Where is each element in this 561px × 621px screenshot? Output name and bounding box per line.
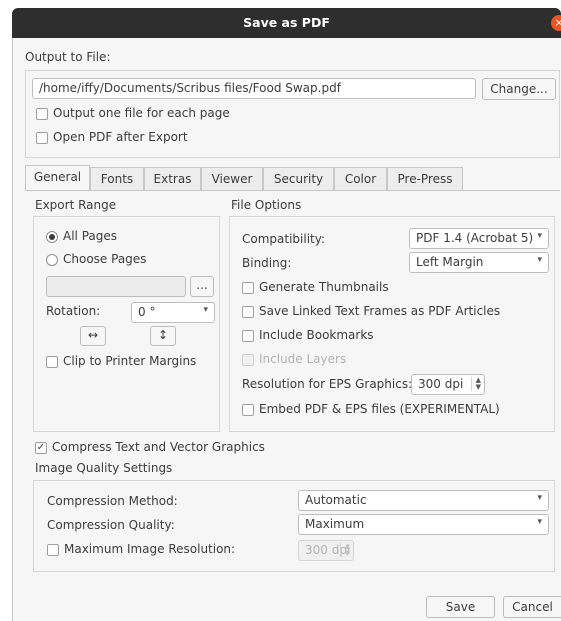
tab-extras[interactable]: Extras [144,167,201,190]
tab-security[interactable]: Security [263,167,334,190]
rotation-label: Rotation: [46,304,101,318]
open-after-export-checkbox[interactable] [36,132,48,144]
page-range-browse-button[interactable]: ... [190,276,214,297]
flip-horizontal-icon[interactable]: ↔ [80,326,106,346]
save-linked-text-frames-checkbox[interactable] [242,306,254,318]
window-title: Save as PDF [243,15,330,30]
checkmark-icon: ✓ [36,442,46,453]
rotation-value: 0 ° [138,305,156,319]
flip-vertical-icon[interactable]: ↕ [150,326,176,346]
include-layers-label: Include Layers [259,352,347,366]
close-icon[interactable]: × [551,15,561,31]
chevron-down-icon: ▾ [537,517,542,527]
clip-to-printer-margins-checkbox[interactable] [46,356,58,368]
titlebar: Save as PDF × [12,8,561,38]
export-range-heading: Export Range [35,198,117,212]
tab-bar-line [25,190,560,191]
output-to-file-label: Output to File: [25,50,111,64]
embed-pdf-eps-label: Embed PDF & EPS files (EXPERIMENTAL) [259,402,500,416]
compression-method-value: Automatic [305,493,367,507]
image-quality-heading: Image Quality Settings [35,461,173,475]
one-file-per-page-checkbox[interactable] [36,108,48,120]
embed-pdf-eps-checkbox[interactable] [242,404,254,416]
choose-pages-label: Choose Pages [63,252,147,266]
max-image-resolution-label: Maximum Image Resolution: [64,542,236,556]
open-after-export-label: Open PDF after Export [53,130,188,144]
binding-label: Binding: [242,256,292,270]
compression-quality-select[interactable]: Maximum ▾ [298,514,549,535]
compression-method-label: Compression Method: [47,494,178,508]
spin-down-icon: ▼ [344,549,350,557]
tab-viewer[interactable]: Viewer [201,167,263,190]
all-pages-label: All Pages [63,229,117,243]
choose-pages-radio[interactable] [46,254,58,266]
save-linked-text-frames-label: Save Linked Text Frames as PDF Articles [259,304,501,318]
compression-method-select[interactable]: Automatic ▾ [298,490,549,511]
eps-resolution-label: Resolution for EPS Graphics: [242,377,413,391]
compatibility-select[interactable]: PDF 1.4 (Acrobat 5) ▾ [409,228,549,249]
max-image-resolution-checkbox[interactable] [47,544,59,556]
spin-down-icon[interactable]: ▼ [476,383,481,391]
generate-thumbnails-label: Generate Thumbnails [259,280,389,294]
eps-resolution-spinbox[interactable]: 300 dpi ▲ ▼ [411,374,485,395]
cancel-button[interactable]: Cancel [503,596,561,618]
chevron-down-icon: ▾ [203,305,208,315]
spin-arrows-icon[interactable]: ▲ ▼ [471,377,481,391]
export-range-group [33,216,220,432]
generate-thumbnails-checkbox[interactable] [242,282,254,294]
compatibility-value: PDF 1.4 (Acrobat 5) [416,231,534,245]
compression-quality-value: Maximum [305,517,365,531]
compression-quality-label: Compression Quality: [47,518,175,532]
clip-to-printer-margins-label: Clip to Printer Margins [63,354,197,368]
one-file-per-page-label: Output one file for each page [53,106,230,120]
compress-text-label: Compress Text and Vector Graphics [52,440,265,454]
page-range-input[interactable] [46,276,186,297]
chevron-down-icon: ▾ [537,231,542,241]
eps-resolution-value: 300 dpi [418,377,464,391]
include-bookmarks-checkbox[interactable] [242,330,254,342]
binding-select[interactable]: Left Margin ▾ [409,252,549,273]
include-layers-checkbox [242,354,254,366]
chevron-down-icon: ▾ [537,493,542,503]
change-button[interactable]: Change... [482,78,556,100]
file-options-heading: File Options [231,198,302,212]
radio-selected-dot [49,234,55,240]
output-path-field[interactable]: /home/iffy/Documents/Scribus files/Food … [32,78,476,99]
rotation-select[interactable]: 0 ° ▾ [131,302,215,323]
all-pages-radio[interactable] [46,231,58,243]
tab-color[interactable]: Color [334,167,387,190]
compatibility-label: Compatibility: [242,232,326,246]
tab-fonts[interactable]: Fonts [90,167,144,190]
max-image-resolution-spinbox: 300 dpi ▲ ▼ [298,540,354,561]
tab-general[interactable]: General [25,165,90,190]
compress-text-checkbox[interactable]: ✓ [35,442,47,454]
chevron-down-icon: ▾ [537,255,542,265]
tab-pre-press[interactable]: Pre-Press [387,167,463,190]
binding-value: Left Margin [416,255,484,269]
spin-arrows-icon: ▲ ▼ [340,543,350,557]
save-button[interactable]: Save [426,596,495,618]
include-bookmarks-label: Include Bookmarks [259,328,374,342]
